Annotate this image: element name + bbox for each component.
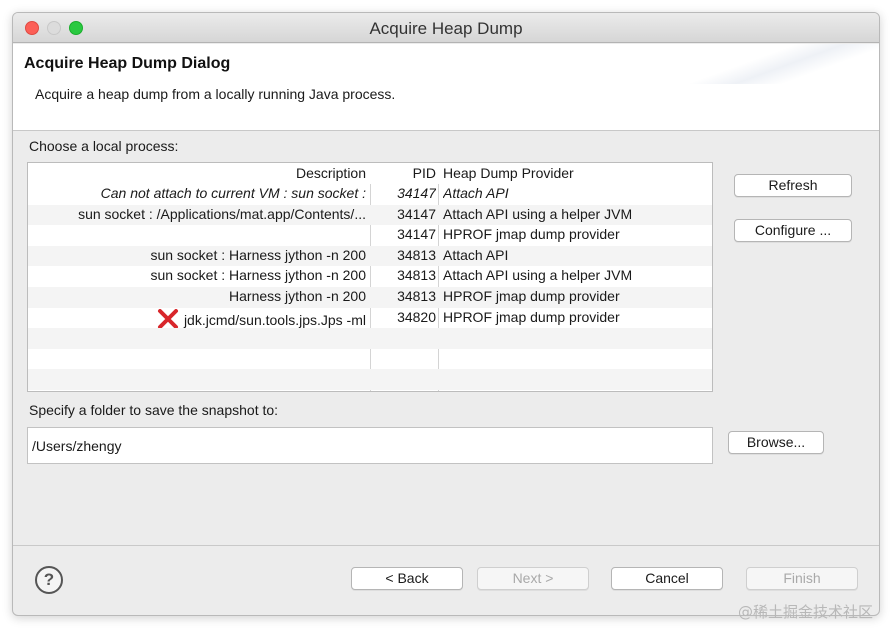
description-text: sun socket : Harness jython -n 200 [150, 246, 366, 263]
cell-pid: 34813 [397, 246, 436, 263]
table-row-empty [28, 328, 712, 349]
configure-button[interactable]: Configure ... [734, 219, 852, 242]
dialog-description: Acquire a heap dump from a locally runni… [35, 86, 396, 102]
cell-provider: Attach API [443, 246, 509, 263]
process-table[interactable]: Description PID Heap Dump Provider Can n… [27, 162, 713, 392]
next-button[interactable]: Next > [477, 567, 589, 590]
description-text: sun socket : Harness jython -n 200 [150, 267, 366, 284]
cell-provider: HPROF jmap dump provider [443, 226, 620, 243]
cell-provider: Attach API using a helper JVM [443, 205, 633, 222]
cell-pid: 34813 [397, 287, 436, 304]
table-row-empty [28, 349, 712, 370]
footer-divider [13, 545, 879, 546]
cell-pid: 34147 [397, 185, 436, 201]
folder-label: Specify a folder to save the snapshot to… [29, 402, 279, 418]
red-x-icon [157, 308, 178, 329]
column-header-description[interactable]: Description [296, 165, 366, 181]
table-row[interactable]: Harness jython -n 200 34813 HPROF jmap dum… [28, 286, 712, 308]
process-label: Choose a local process: [29, 138, 179, 154]
table-row-empty [28, 369, 712, 390]
cell-pid: 34820 [397, 308, 436, 325]
title-bar: Acquire Heap Dump [13, 13, 879, 43]
table-row[interactable]: 34147 HPROF jmap dump provider [28, 225, 712, 246]
cell-description: sun socket : /Applications/mat.app/Conte… [28, 206, 368, 222]
dialog-title: Acquire Heap Dump Dialog [24, 55, 231, 72]
column-header-pid[interactable]: PID [372, 165, 436, 181]
description-text: Can not attach to current VM : sun socke… [100, 185, 366, 201]
description-text: Harness jython -n 200 [229, 287, 366, 304]
browse-button[interactable]: Browse... [728, 431, 824, 454]
cell-pid: 34813 [397, 267, 436, 284]
table-row[interactable]: sun socket : Harness jython -n 200 34813 A… [28, 266, 712, 287]
cell-description: sun socket : Harness jython -n 200 [28, 247, 368, 263]
cell-description: jdk.jcmd/sun.tools.jps.Jps -ml [28, 308, 368, 329]
description-text: jdk.jcmd/sun.tools.jps.Jps -ml [183, 311, 366, 328]
cell-provider: Attach API using a helper JVM [443, 267, 633, 284]
cell-description: Can not attach to current VM : sun socke… [28, 185, 368, 201]
cell-pid: 34147 [397, 226, 436, 243]
header-decoration [669, 44, 879, 84]
finish-button[interactable]: Finish [746, 567, 858, 590]
refresh-button[interactable]: Refresh [734, 174, 852, 197]
table-row[interactable]: Can not attach to current VM : sun socke… [28, 184, 712, 205]
help-icon[interactable]: ? [35, 566, 63, 594]
cell-pid: 34147 [397, 205, 436, 222]
cell-provider: HPROF jmap dump provider [443, 308, 620, 325]
table-row[interactable]: jdk.jcmd/sun.tools.jps.Jps -ml 34820 HPROF… [28, 308, 712, 329]
column-header-provider[interactable]: Heap Dump Provider [443, 165, 574, 181]
folder-path-input[interactable] [27, 427, 713, 464]
window-title: Acquire Heap Dump [369, 19, 523, 38]
cancel-button[interactable]: Cancel [611, 567, 723, 590]
table-row[interactable]: sun socket : /Applications/mat.app/Conte… [28, 204, 712, 226]
dialog-header: Acquire Heap Dump Dialog Acquire a heap … [13, 44, 879, 131]
watermark: @稀土掘金技术社区 [737, 603, 873, 621]
table-body: Can not attach to current VM : sun socke… [28, 184, 712, 390]
cell-description: Harness jython -n 200 [28, 288, 368, 304]
table-header: Description PID Heap Dump Provider [28, 163, 712, 184]
table-row[interactable]: sun socket : Harness jython -n 200 34813 A… [28, 245, 712, 267]
cell-description: sun socket : Harness jython -n 200 [28, 267, 368, 283]
description-text: sun socket : /Applications/mat.app/Conte… [78, 205, 366, 222]
cell-provider: HPROF jmap dump provider [443, 287, 620, 304]
dialog-window: Acquire Heap Dump Acquire Heap Dump Dial… [12, 12, 880, 616]
cell-provider: Attach API [443, 185, 509, 201]
back-button[interactable]: < Back [351, 567, 463, 590]
